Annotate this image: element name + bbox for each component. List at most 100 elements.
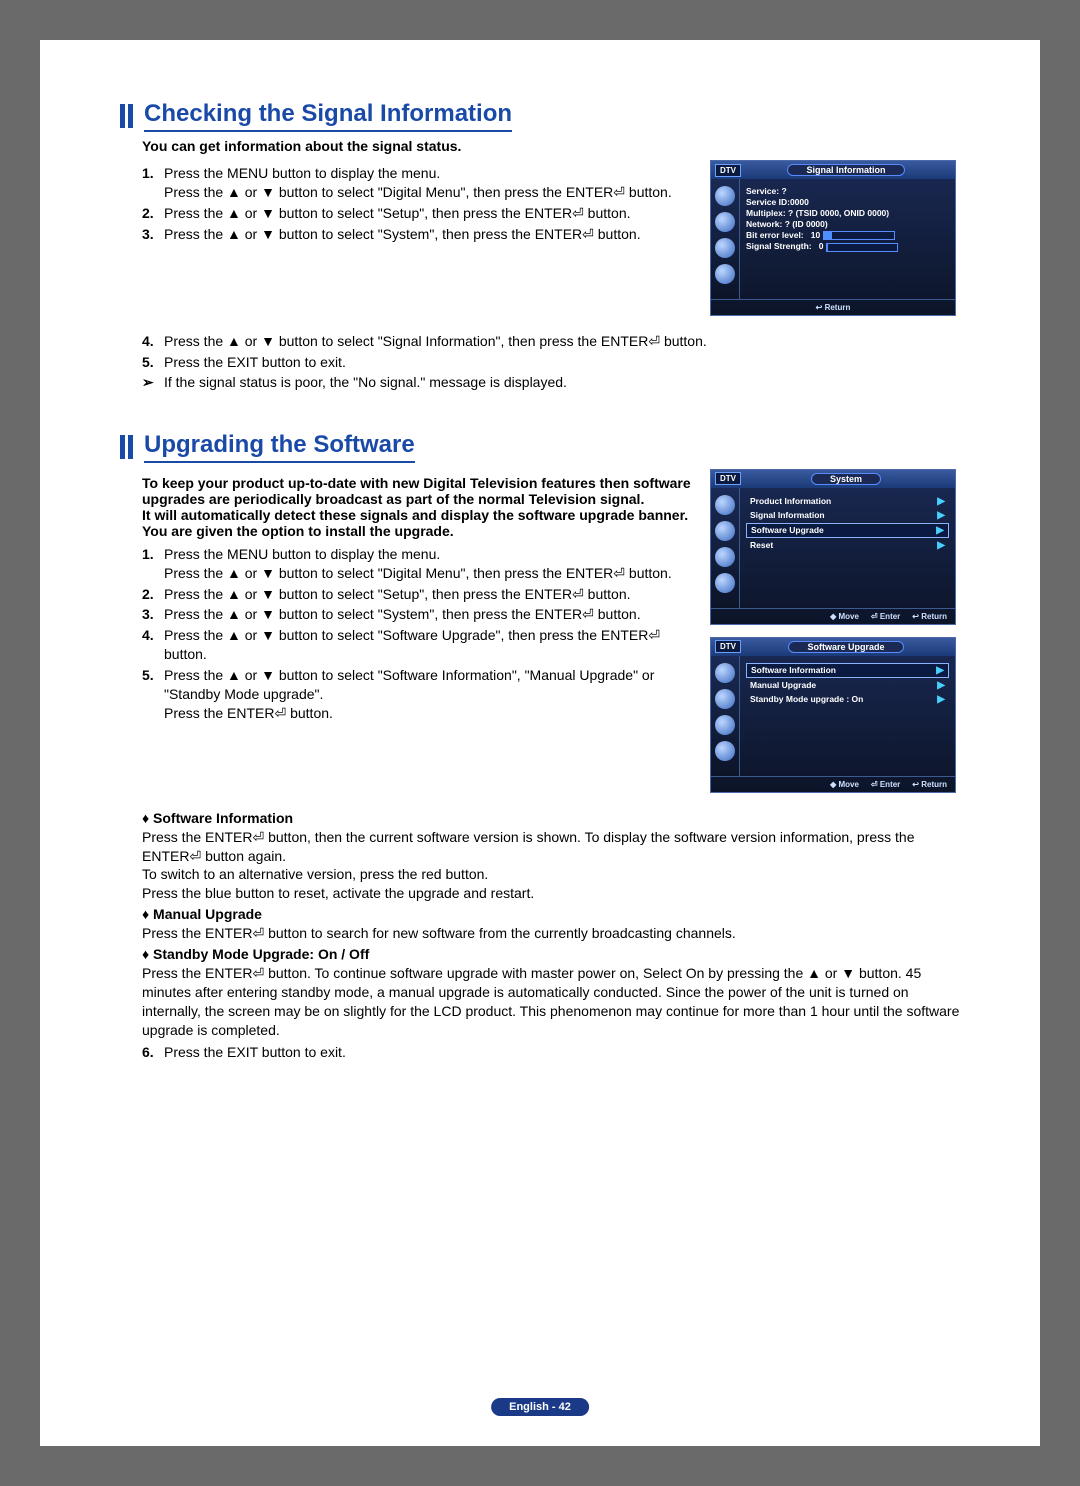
signal-strength-label: Signal Strength: [746,241,812,251]
step-body: Press the MENU button to display the men… [164,164,694,202]
osd-title: Signal Information [787,164,904,176]
osd-dtv-badge: DTV [715,472,741,485]
menu-item-selected[interactable]: Software Information ▶ [746,663,949,678]
menu-item-label: Standby Mode upgrade : On [750,694,863,704]
osd-return-hint: ↩ Return [912,780,947,789]
chevron-right-icon: ▶ [937,540,945,551]
section1-steps: 1.Press the MENU button to display the m… [142,164,694,244]
globe-icon [715,186,735,206]
menu-item[interactable]: Standby Mode upgrade : On ▶ [746,693,949,706]
globe-icon [715,573,735,593]
osd-enter-hint: ⏎ Enter [871,612,900,621]
menu-item[interactable]: Product Information▶ [746,495,949,508]
menu-item-label: Product Information [750,496,831,506]
section1-title: Checking the Signal Information [144,100,512,132]
step-body: Press the MENU button to display the men… [164,545,694,583]
osd-system: DTV System Product Information▶ Signal I… [710,469,956,625]
osd-side-icons [711,656,740,776]
section1-intro: You can get information about the signal… [142,138,960,154]
step-body: Press the ▲ or ▼ button to select "Softw… [164,626,694,664]
step-number: 6. [142,1043,164,1062]
step-body: Press the ▲ or ▼ button to select "Setup… [164,204,694,223]
heading-bars-icon [120,435,136,459]
globe-icon [715,689,735,709]
section2-steps: 1.Press the MENU button to display the m… [142,545,694,723]
section1-text: 1.Press the MENU button to display the m… [142,160,694,246]
section2-step6: 6.Press the EXIT button to exit. [142,1043,960,1062]
osd-line-network: Network: ? (ID 0000) [746,219,949,229]
osd-line-multiplex: Multiplex: ? (TSID 0000, ONID 0000) [746,208,949,218]
step-number: 3. [142,225,164,244]
section2-bullets: ♦ Software Information Press the ENTER⏎ … [142,809,960,1040]
step-number: 1. [142,545,164,583]
chevron-right-icon: ▶ [936,665,944,676]
globe-icon [715,663,735,683]
note-text: If the signal status is poor, the "No si… [164,374,567,391]
section1-screenshot: DTV Signal Information Service: ? Servic… [710,160,960,328]
step-body: Press the ▲ or ▼ button to select "Setup… [164,585,694,604]
menu-item-selected[interactable]: Software Upgrade▶ [746,523,949,538]
bullet-item: ♦ Software Information Press the ENTER⏎ … [142,809,960,903]
step-body: Press the ▲ or ▼ button to select "Syste… [164,605,694,624]
menu-item-label: Reset [750,540,773,550]
chevron-right-icon: ▶ [937,510,945,521]
osd-move-hint: ◆ Move [830,780,859,789]
osd-line-biterror: Bit error level: 10 [746,230,949,240]
osd-dtv-badge: DTV [715,164,741,177]
section1-heading: Checking the Signal Information [120,100,960,132]
globe-icon [715,495,735,515]
step-body: Press the EXIT button to exit. [164,353,960,372]
step-number: 4. [142,332,164,351]
section1-steps-cont: 4.Press the ▲ or ▼ button to select "Sig… [142,332,960,372]
section2-heading: Upgrading the Software [120,431,960,463]
bullet-body: Press the ENTER⏎ button. To continue sof… [142,965,959,1038]
osd-software-upgrade: DTV Software Upgrade Software Informatio… [710,637,956,793]
globe-icon [715,212,735,232]
page-footer-badge: English - 42 [491,1398,589,1416]
bullet-item: ♦ Manual Upgrade Press the ENTER⏎ button… [142,905,960,943]
gear-icon [715,238,735,258]
menu-item-label: Signal Information [750,510,825,520]
menu-item[interactable]: Reset ▶ [746,539,949,552]
bullet-item: ♦ Standby Mode Upgrade: On / Off Press t… [142,945,960,1039]
bullet-title: Manual Upgrade [153,906,262,922]
osd-move-hint: ◆ Move [830,612,859,621]
step-body: Press the ▲ or ▼ button to select "Syste… [164,225,694,244]
osd-return-hint: ↩ Return [912,612,947,621]
section2-columns: To keep your product up-to-date with new… [120,469,960,805]
step-body: Press the ▲ or ▼ button to select "Signa… [164,332,960,351]
bit-error-bar [823,231,895,240]
globe-icon [715,521,735,541]
menu-item-label: Manual Upgrade [750,680,816,690]
step-body: Press the ▲ or ▼ button to select "Softw… [164,666,694,723]
osd-line-service: Service: ? [746,186,949,196]
osd-title: System [811,473,881,485]
osd-side-icons [711,488,740,608]
osd-signal-information: DTV Signal Information Service: ? Servic… [710,160,956,316]
step-number: 5. [142,353,164,372]
section2-intro: To keep your product up-to-date with new… [142,475,694,539]
section2-screenshots: DTV System Product Information▶ Signal I… [710,469,960,805]
section1-note: ➢ If the signal status is poor, the "No … [142,374,960,391]
bit-error-value: 10 [811,230,820,240]
menu-item[interactable]: Signal Information ▶ [746,509,949,522]
globe-icon [715,741,735,761]
signal-strength-value: 0 [819,241,824,251]
chevron-right-icon: ▶ [937,694,945,705]
osd-footer: ◆ Move ⏎ Enter ↩ Return [711,776,955,792]
section2-text: To keep your product up-to-date with new… [142,469,694,725]
menu-item-label: Software Information [751,665,836,675]
osd-enter-hint: ⏎ Enter [871,780,900,789]
osd-return-hint: ↩ Return [816,303,851,312]
step-number: 5. [142,666,164,723]
osd-title: Software Upgrade [788,641,903,653]
step-number: 4. [142,626,164,664]
menu-item[interactable]: Manual Upgrade▶ [746,679,949,692]
bullet-title: Software Information [153,810,293,826]
osd-side-icons [711,179,740,299]
step-number: 1. [142,164,164,202]
step-number: 2. [142,204,164,223]
step-number: 2. [142,585,164,604]
section1-columns: 1.Press the MENU button to display the m… [120,160,960,328]
signal-strength-bar [826,243,898,252]
